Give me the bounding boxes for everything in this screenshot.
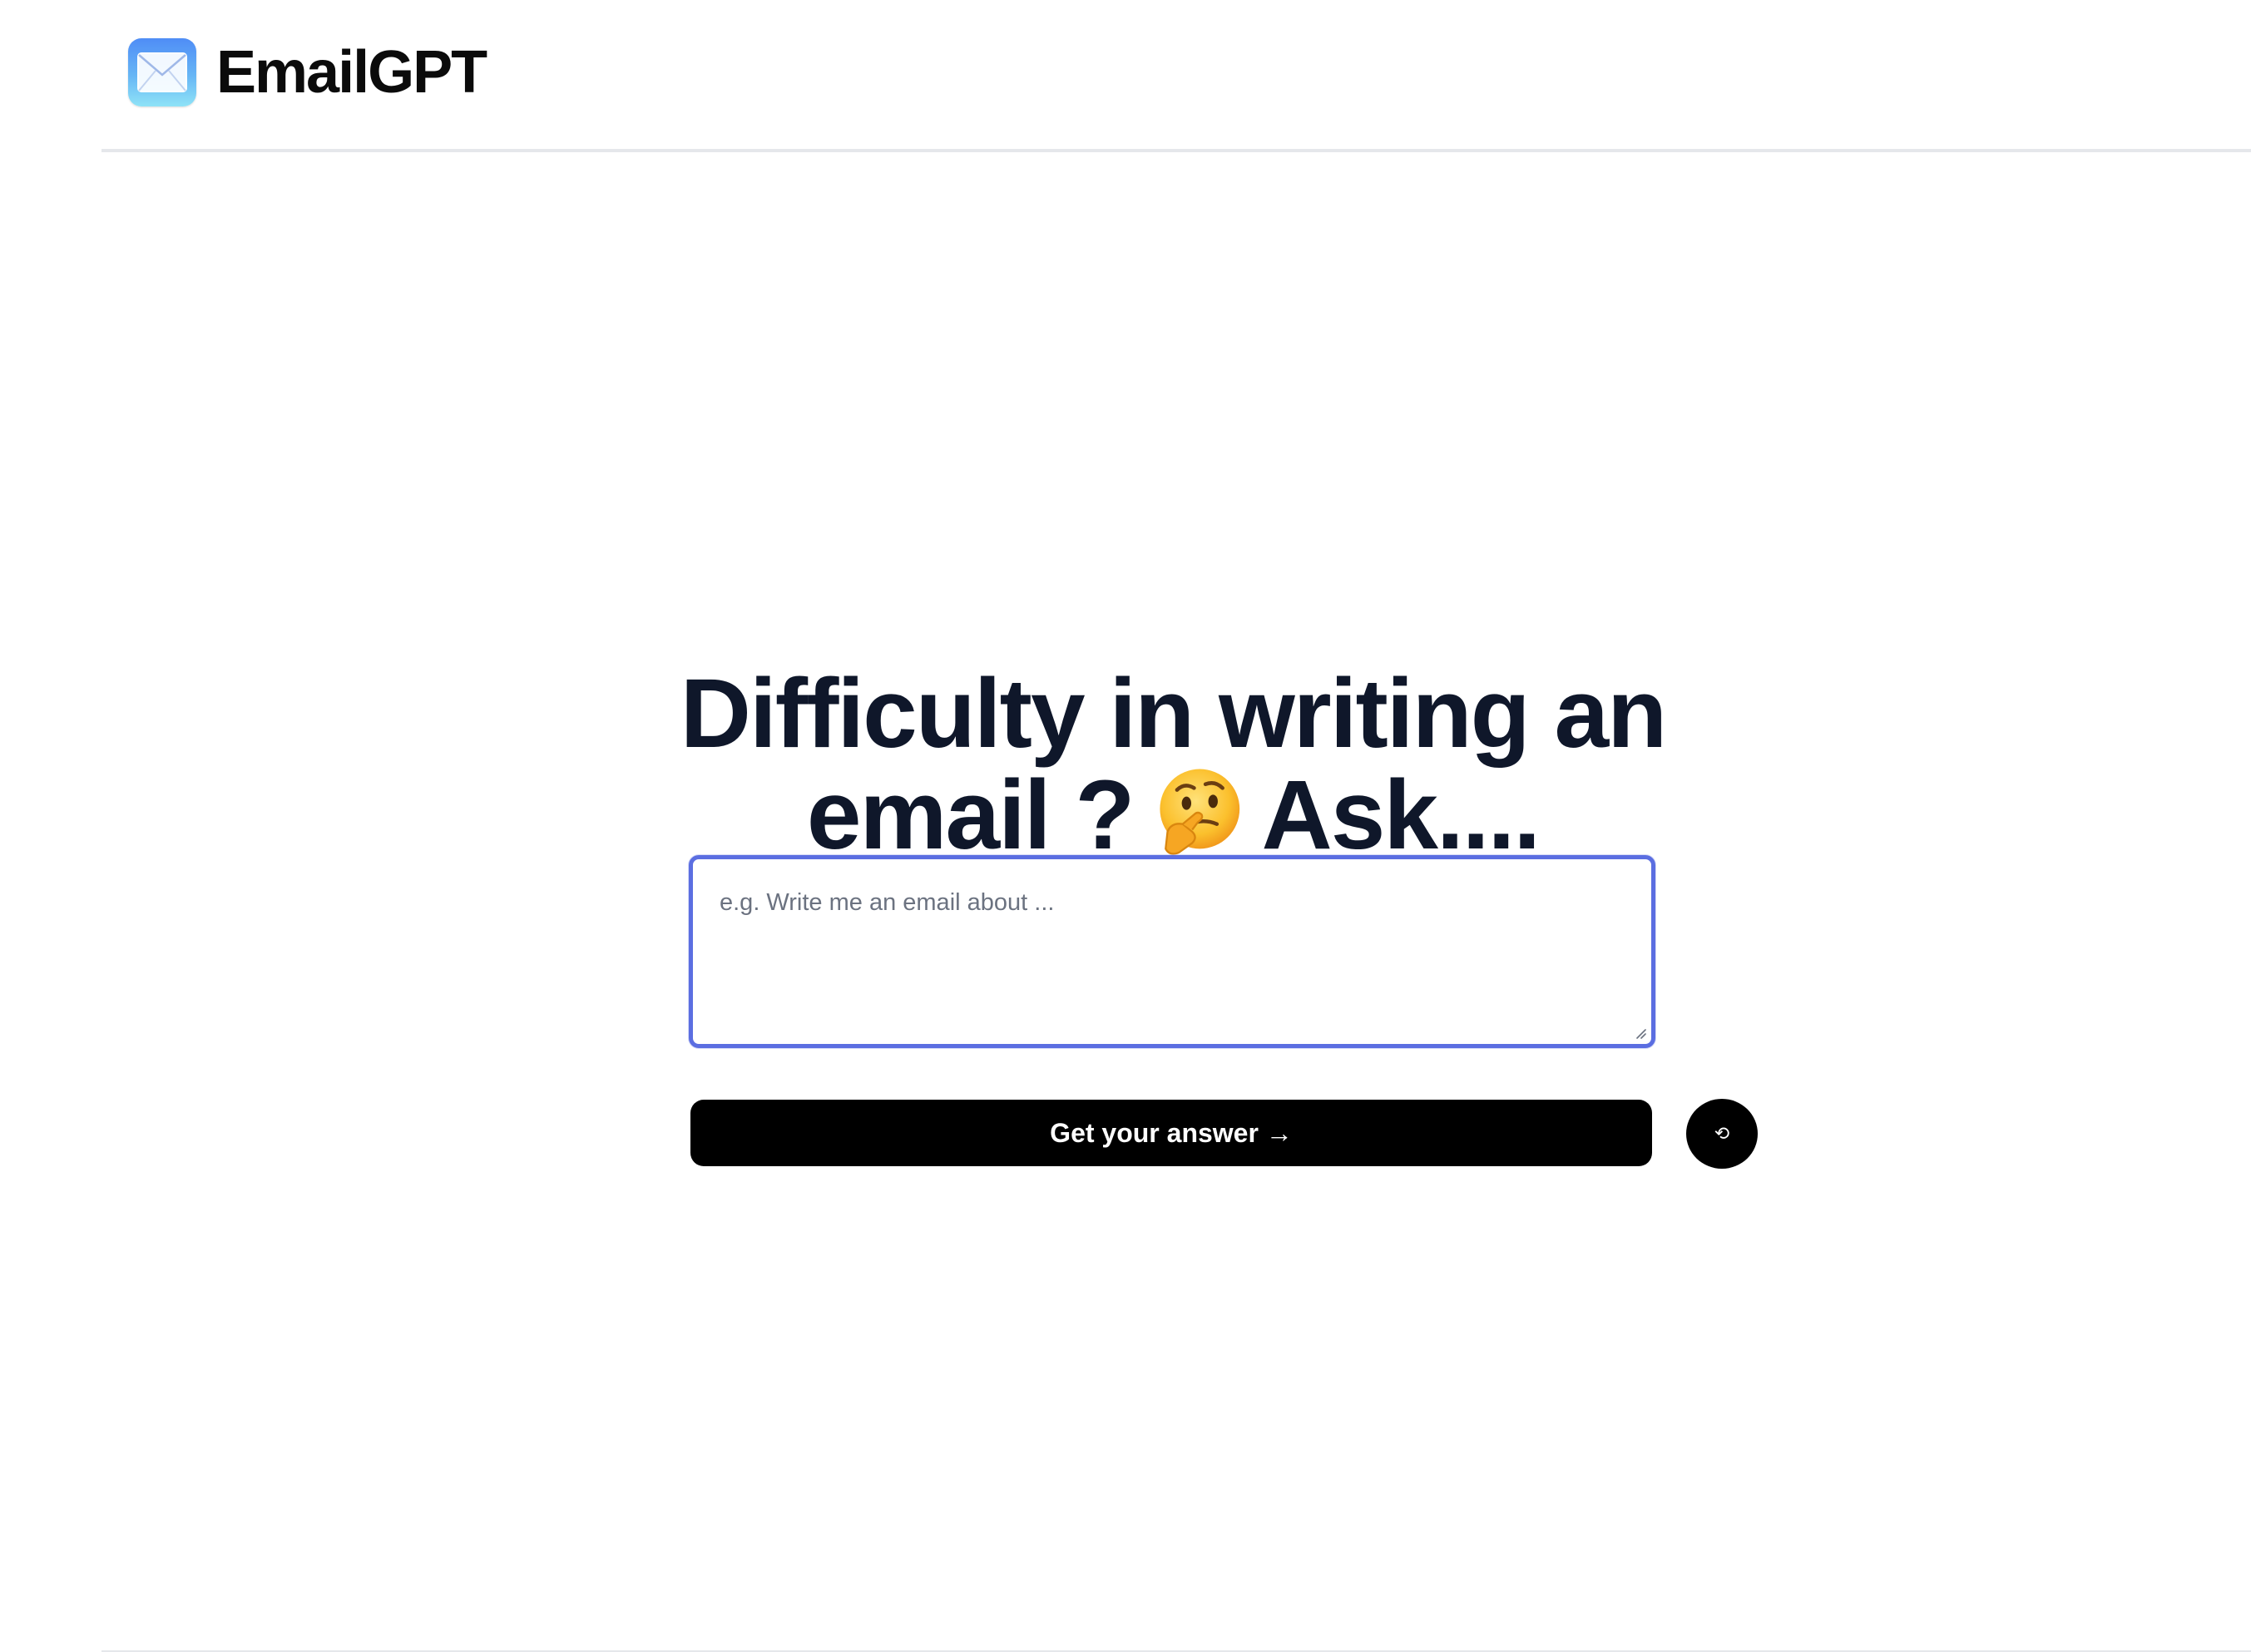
prompt-textarea-wrapper <box>689 855 1655 1048</box>
mail-envelope-icon[interactable] <box>128 38 196 106</box>
site-header: EmailGPT <box>101 0 2251 152</box>
resize-handle-icon[interactable] <box>1633 1026 1646 1039</box>
hero-line-2: email ? Ask.... <box>582 764 1764 866</box>
prompt-textarea[interactable] <box>693 859 1651 1044</box>
hero-line-1: Difficulty in writing an <box>680 659 1667 769</box>
hero-line-2-start: email ? <box>806 760 1135 871</box>
reset-button[interactable]: ⟲ <box>1686 1099 1758 1169</box>
thinking-face-icon <box>1150 765 1245 860</box>
brand-name[interactable]: EmailGPT <box>216 35 487 110</box>
get-answer-button[interactable]: Get your answer → <box>690 1100 1652 1166</box>
hero-heading: Difficulty in writing an email ? Ask.... <box>582 663 1764 866</box>
hero-line-2-end: Ask.... <box>1261 760 1541 871</box>
